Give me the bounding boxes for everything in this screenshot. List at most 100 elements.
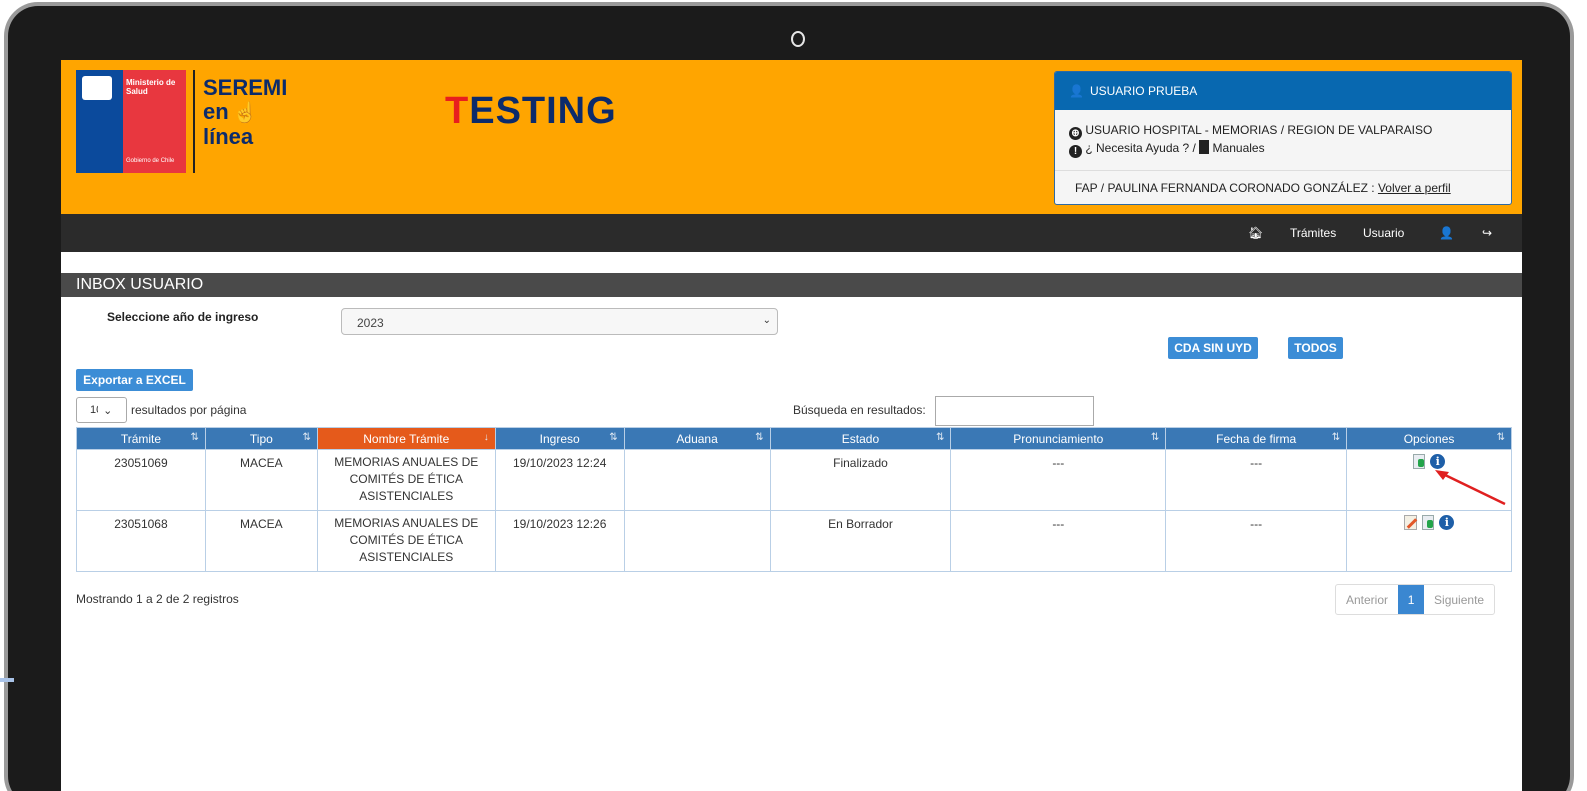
header-ingreso-label: Ingreso <box>539 431 580 446</box>
cell-estado: En Borrador <box>769 510 952 572</box>
sort-icon: ⇅ <box>936 432 945 443</box>
page-length-label: resultados por página <box>131 403 247 417</box>
table-row: 23051069 MACEA MEMORIAS ANUALES DE COMIT… <box>76 449 1512 511</box>
brand-line-3: línea <box>203 124 254 149</box>
user-org: USUARIO HOSPITAL - MEMORIAS / REGION DE … <box>1085 123 1433 137</box>
environment-title-first-letter: T <box>445 90 470 132</box>
cell-pronunciamiento: --- <box>950 510 1167 572</box>
cell-aduana <box>623 510 771 572</box>
ministry-name: Ministerio de Salud <box>126 78 176 96</box>
book-icon <box>1199 140 1210 154</box>
nav-tramites[interactable]: Trámites <box>1290 226 1336 240</box>
cell-estado: Finalizado <box>769 449 952 511</box>
header-nombre-tramite[interactable]: Nombre Trámite ↓ <box>316 427 496 450</box>
header-fecha-firma[interactable]: Fecha de firma ⇅ <box>1165 427 1348 450</box>
user-panel-body: ⊕ USUARIO HOSPITAL - MEMORIAS / REGION D… <box>1055 110 1511 158</box>
header-opciones-label: Opciones <box>1403 431 1455 446</box>
camera-dot <box>791 31 805 47</box>
user-panel-header: 👤 USUARIO PRUEBA <box>1055 72 1511 110</box>
header-pronunciamiento-label: Pronunciamiento <box>1013 431 1104 446</box>
brand-line-2: en <box>203 99 229 124</box>
sort-icon: ⇅ <box>1150 432 1160 443</box>
user-icon: 👤 <box>1069 84 1084 98</box>
export-excel-button[interactable]: Exportar a EXCEL <box>76 369 193 391</box>
brand-logo[interactable]: SEREMI en ☝ línea <box>203 76 287 149</box>
header-tramite[interactable]: Trámite ⇅ <box>76 427 206 450</box>
cell-tipo: MACEA <box>204 510 318 572</box>
year-select-label: Seleccione año de ingreso <box>107 310 259 324</box>
table-row: 23051068 MACEA MEMORIAS ANUALES DE COMIT… <box>76 510 1512 572</box>
document-icon[interactable] <box>1412 454 1425 470</box>
cell-fecha-firma: --- <box>1165 510 1348 572</box>
user-panel: 👤 USUARIO PRUEBA ⊕ USUARIO HOSPITAL - ME… <box>1054 71 1512 205</box>
main-navbar: 🏠︎ Trámites Usuario 👤 ↪ <box>61 214 1522 252</box>
cell-nombre: MEMORIAS ANUALES DE COMITÉS DE ÉTICA ASI… <box>316 449 496 511</box>
header-estado[interactable]: Estado ⇅ <box>769 427 952 450</box>
cell-opciones: i <box>1346 510 1512 572</box>
sort-icon: ⇅ <box>609 432 618 443</box>
sort-icon: ⇅ <box>1331 432 1341 443</box>
cell-pronunciamiento: --- <box>950 449 1167 511</box>
cell-tramite: 23051069 <box>76 449 206 511</box>
profile-text: FAP / PAULINA FERNANDA CORONADO GONZÁLEZ… <box>1075 181 1378 195</box>
pointer-hand-icon: ☝ <box>232 102 258 124</box>
year-select-value: 2023 <box>357 316 384 330</box>
prev-page-button[interactable]: Anterior <box>1336 585 1398 614</box>
table-header-row: Trámite ⇅ Tipo ⇅ Nombre Trámite ↓ Ingreso ⇅ … <box>76 427 1512 450</box>
globe-icon: ⊕ <box>1069 127 1082 140</box>
sort-icon: ⇅ <box>302 432 311 443</box>
sort-desc-icon: ↓ <box>483 432 489 443</box>
cell-ingreso: 19/10/2023 12:24 <box>494 449 625 511</box>
logout-icon[interactable]: ↪ <box>1482 226 1492 240</box>
sort-icon: ⇅ <box>1496 432 1505 443</box>
manuals-link[interactable]: Manuales <box>1213 141 1265 155</box>
browser-screen: Ministerio de Salud Gobierno de Chile SE… <box>61 60 1522 791</box>
home-icon[interactable]: 🏠︎ <box>1248 226 1263 240</box>
inbox-title: INBOX USUARIO <box>61 273 1522 297</box>
header-aduana[interactable]: Aduana ⇅ <box>623 427 771 450</box>
sort-icon: ⇅ <box>190 432 199 443</box>
decor-bar <box>0 678 14 682</box>
annotation-arrow <box>1435 470 1506 506</box>
todos-button[interactable]: TODOS <box>1288 337 1343 359</box>
user-name: USUARIO PRUEBA <box>1089 84 1198 98</box>
exclamation-icon: ! <box>1069 145 1082 158</box>
environment-title: TESTING <box>445 90 617 133</box>
chevron-down-icon: ⌄ <box>103 405 113 417</box>
header-pronunciamiento[interactable]: Pronunciamiento ⇅ <box>950 427 1167 450</box>
search-input[interactable] <box>935 396 1094 426</box>
header-fecha-label: Fecha de firma <box>1216 431 1297 446</box>
edit-icon[interactable] <box>1403 515 1417 531</box>
header-opciones[interactable]: Opciones ⇅ <box>1346 427 1512 450</box>
chevron-down-icon: ⌄ <box>762 315 771 326</box>
pagination: Anterior 1 Siguiente <box>1335 584 1496 615</box>
cell-ingreso: 19/10/2023 12:26 <box>494 510 625 572</box>
tramites-table: Trámite ⇅ Tipo ⇅ Nombre Trámite ↓ Ingreso ⇅ … <box>76 427 1512 572</box>
page-length-select[interactable]: 10 ⌄ <box>76 397 127 423</box>
info-icon[interactable]: i <box>1430 454 1446 470</box>
user-profile-icon[interactable]: 👤 <box>1439 226 1454 240</box>
government-name: Gobierno de Chile <box>126 158 175 164</box>
header-tipo-label: Tipo <box>249 431 273 446</box>
year-select[interactable]: 2023 ⌄ <box>341 308 778 335</box>
nav-usuario[interactable]: Usuario <box>1363 226 1404 240</box>
document-icon[interactable] <box>1422 515 1435 531</box>
help-link[interactable]: ¿ Necesita Ayuda ? / <box>1085 141 1196 155</box>
profile-row: FAP / PAULINA FERNANDA CORONADO GONZÁLEZ… <box>1055 170 1511 204</box>
cda-sin-uyd-button[interactable]: CDA SIN UYD <box>1168 337 1258 359</box>
table-info: Mostrando 1 a 2 de 2 registros <box>76 592 239 606</box>
cell-nombre: MEMORIAS ANUALES DE COMITÉS DE ÉTICA ASI… <box>316 510 496 572</box>
ministry-logo[interactable]: Ministerio de Salud Gobierno de Chile <box>76 70 186 173</box>
header-tramite-label: Trámite <box>120 431 162 446</box>
back-to-profile-link[interactable]: Volver a perfil <box>1378 181 1451 195</box>
header-tipo[interactable]: Tipo ⇅ <box>204 427 318 450</box>
info-icon[interactable]: i <box>1439 515 1455 531</box>
page-length-value: 10 <box>90 404 98 416</box>
logo-divider <box>193 70 195 173</box>
site-header: Ministerio de Salud Gobierno de Chile SE… <box>61 60 1522 214</box>
current-page-button[interactable]: 1 <box>1398 585 1425 614</box>
header-ingreso[interactable]: Ingreso ⇅ <box>494 427 625 450</box>
environment-title-rest: ESTING <box>469 90 617 132</box>
next-page-button[interactable]: Siguiente <box>1424 585 1494 614</box>
cell-aduana <box>623 449 771 511</box>
